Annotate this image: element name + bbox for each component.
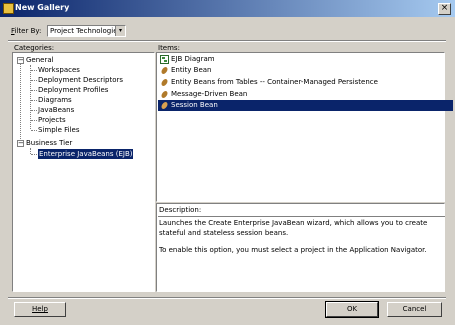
tree-line (31, 90, 37, 91)
help-button-label: Help (32, 305, 48, 313)
bean-icon (161, 102, 168, 109)
tree-item-deployment-profiles[interactable]: Deployment Profiles (38, 85, 108, 95)
tree-line (31, 70, 37, 71)
list-item-label: Session Bean (171, 101, 218, 109)
chevron-down-icon[interactable]: ▾ (115, 26, 125, 36)
items-label: Items: (158, 44, 180, 52)
items-list[interactable]: EJB Diagram Entity Bean Entity Beans fro… (156, 52, 453, 202)
tree-line (20, 61, 21, 143)
categories-label: Categories: (14, 44, 55, 52)
tree-item-general[interactable]: General (26, 55, 54, 65)
tree-line (31, 80, 37, 81)
list-item-entity-beans-from-tables[interactable]: Entity Beans from Tables -- Container-Ma… (158, 77, 453, 88)
description-panel: Description: Launches the Create Enterpr… (156, 203, 445, 292)
tree-line (31, 154, 37, 155)
window-title: New Gallery (15, 3, 70, 12)
list-item-label: Entity Bean (171, 66, 212, 74)
tree-item-deployment-descriptors[interactable]: Deployment Descriptors (38, 75, 123, 85)
description-note: To enable this option, you must select a… (159, 246, 427, 254)
bean-icon (161, 79, 168, 86)
help-button[interactable]: Help (14, 302, 66, 317)
list-item-ejb-diagram[interactable]: EJB Diagram (158, 54, 453, 65)
tree-item-javabeans[interactable]: JavaBeans (38, 105, 74, 115)
description-label: Description: (158, 205, 445, 217)
description-text: Launches the Create Enterprise JavaBean … (159, 219, 428, 237)
tree-line (31, 130, 37, 131)
title-bar[interactable]: New Gallery × (0, 0, 455, 17)
bean-icon (161, 91, 168, 98)
filter-label-rest: ilter By: (14, 27, 42, 35)
diagram-icon (160, 55, 169, 64)
tree-line (31, 110, 37, 111)
app-icon (3, 3, 14, 14)
tree-item-diagrams[interactable]: Diagrams (38, 95, 72, 105)
collapse-icon[interactable]: − (17, 57, 24, 64)
top-separator (8, 40, 446, 42)
collapse-icon[interactable]: − (17, 140, 24, 147)
tree-item-enterprise-javabeans[interactable]: Enterprise JavaBeans (EJB) (38, 149, 134, 159)
list-item-entity-bean[interactable]: Entity Bean (158, 65, 453, 76)
bottom-separator (8, 297, 446, 299)
list-item-label: EJB Diagram (171, 55, 215, 63)
close-button[interactable]: × (438, 3, 451, 15)
tree-item-workspaces[interactable]: Workspaces (38, 65, 80, 75)
tree-line (31, 100, 37, 101)
tree-item-projects[interactable]: Projects (38, 115, 66, 125)
tree-line (31, 120, 37, 121)
list-item-message-driven-bean[interactable]: Message-Driven Bean (158, 89, 453, 100)
filter-by-dropdown[interactable]: Project Technologies ▾ (47, 25, 126, 37)
filter-by-label: Filter By: (11, 27, 41, 35)
ok-button[interactable]: OK (325, 301, 379, 318)
new-gallery-dialog: New Gallery × Filter By: Project Technol… (0, 0, 455, 325)
tree-item-business-tier[interactable]: Business Tier (26, 138, 72, 148)
list-item-label: Entity Beans from Tables -- Container-Ma… (171, 78, 378, 86)
list-item-label: Message-Driven Bean (171, 90, 248, 98)
categories-tree[interactable]: − General Workspaces Deployment Descript… (12, 52, 155, 292)
tree-item-simple-files[interactable]: Simple Files (38, 125, 80, 135)
bean-icon (161, 67, 168, 74)
filter-by-value: Project Technologies (50, 27, 122, 35)
list-item-session-bean[interactable]: Session Bean (158, 100, 453, 111)
cancel-button[interactable]: Cancel (387, 302, 442, 317)
